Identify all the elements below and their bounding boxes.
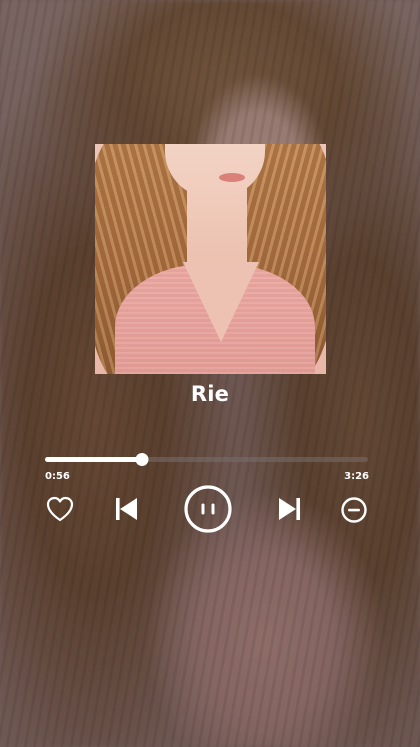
like-button[interactable] — [44, 493, 76, 525]
next-button[interactable] — [274, 493, 306, 525]
skip-next-icon — [279, 498, 300, 520]
progress-bar[interactable] — [45, 453, 368, 466]
heart-icon — [46, 496, 74, 522]
song-title: Rie — [190, 382, 230, 406]
progress-thumb[interactable] — [135, 453, 149, 466]
pause-button[interactable] — [182, 483, 234, 535]
pause-icon — [184, 485, 232, 533]
minus-circle-icon — [341, 497, 367, 523]
skip-previous-icon — [116, 498, 137, 520]
progress-fill — [45, 457, 142, 462]
previous-button[interactable] — [110, 493, 142, 525]
elapsed-time: 0:56 — [45, 471, 70, 482]
album-artwork — [95, 144, 326, 374]
music-player-screen: Rie 0:56 3:26 — [0, 0, 420, 747]
total-time: 3:26 — [344, 471, 369, 482]
remove-button[interactable] — [338, 494, 370, 526]
